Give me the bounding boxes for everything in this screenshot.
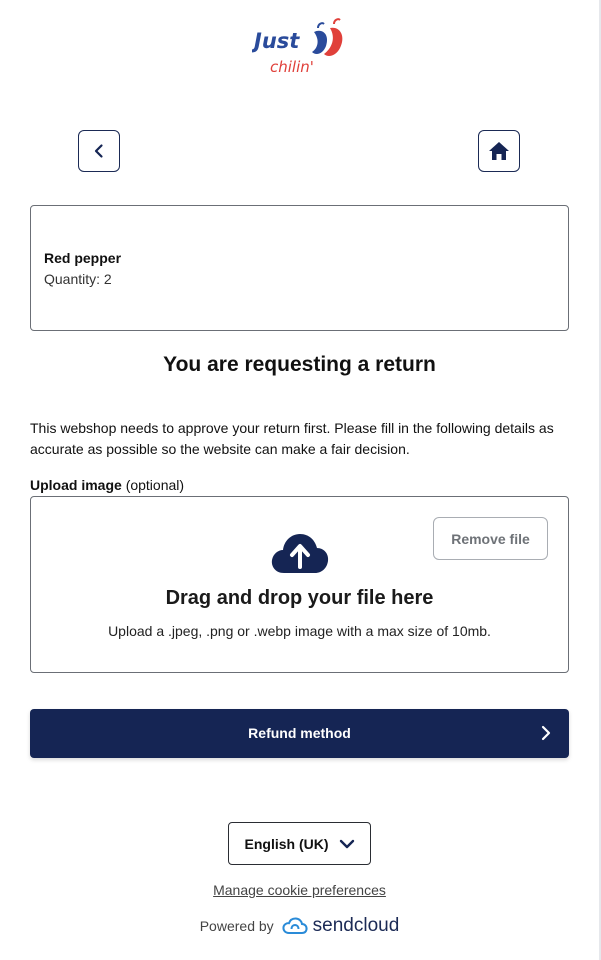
refund-method-label: Refund method xyxy=(248,725,351,741)
return-request-page: Just chilin' Red pepper Quantity: 2 You … xyxy=(0,0,601,960)
refund-method-button[interactable]: Refund method xyxy=(30,709,569,758)
chevron-left-icon xyxy=(94,144,103,158)
upload-dropzone[interactable]: Remove file Drag and drop your file here… xyxy=(30,496,569,673)
product-card: Red pepper Quantity: 2 xyxy=(30,205,569,331)
manage-cookie-preferences-link[interactable]: Manage cookie preferences xyxy=(0,882,599,898)
cloud-upload-icon xyxy=(270,531,330,575)
dropzone-subtitle: Upload a .jpeg, .png or .webp image with… xyxy=(108,623,491,639)
upload-label-title: Upload image xyxy=(30,477,122,493)
home-icon xyxy=(489,142,509,160)
chevron-down-icon xyxy=(339,839,354,848)
dropzone-title: Drag and drop your file here xyxy=(165,587,434,609)
logo-text-chilin: chilin' xyxy=(270,58,314,76)
brand-logo: Just chilin' xyxy=(250,14,352,82)
logo-text-just: Just xyxy=(252,29,300,53)
language-selector[interactable]: English (UK) xyxy=(228,822,371,865)
home-button[interactable] xyxy=(478,130,520,172)
chevron-right-icon xyxy=(541,725,551,741)
remove-file-button[interactable]: Remove file xyxy=(433,517,548,560)
page-title: You are requesting a return xyxy=(163,353,436,376)
product-name: Red pepper xyxy=(44,250,122,266)
powered-by-text: Powered by xyxy=(199,918,274,934)
powered-by: Powered by sendcloud xyxy=(0,915,599,937)
language-selector-label: English (UK) xyxy=(244,835,329,852)
back-button[interactable] xyxy=(78,130,120,172)
upload-label-optional: (optional) xyxy=(125,477,185,493)
sendcloud-cloud-icon xyxy=(282,917,308,934)
product-quantity: Quantity: 2 xyxy=(44,271,112,287)
page-description: This webshop needs to approve your retur… xyxy=(30,420,554,457)
sendcloud-logo[interactable]: sendcloud xyxy=(282,915,400,937)
upload-label: Upload image (optional) xyxy=(30,477,184,493)
sendcloud-wordmark: sendcloud xyxy=(312,915,400,936)
chili-peppers-icon xyxy=(312,18,343,56)
